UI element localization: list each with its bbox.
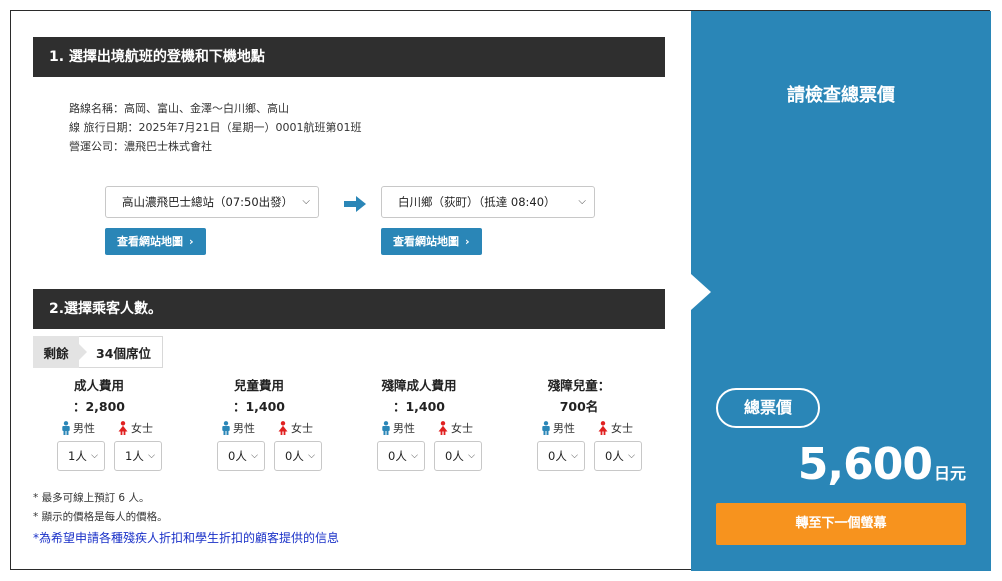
summary-title: 請檢查總票價 [787, 85, 895, 106]
remaining-seats-value: 34個席位 [79, 336, 163, 368]
female-count-select[interactable]: 1人 ⌵ [114, 441, 162, 471]
fare-title: 殘障兒童： 700名 [509, 375, 649, 417]
male-icon [61, 421, 71, 435]
total-fare-value: 5,600 [797, 439, 933, 490]
male-count-value: 0人 [388, 449, 407, 463]
male-icon [221, 421, 231, 435]
travel-date: 線 旅行日期：2025年7月21日（星期一）0001航班第01班 [69, 121, 362, 134]
chevron-down-icon: ⌵ [578, 196, 586, 207]
female-text: 女士 [611, 422, 633, 435]
fare-name: 成人費用 [73, 378, 124, 393]
chevron-down-icon: ⌵ [302, 196, 310, 207]
discount-info-link[interactable]: *為希望申請各種殘疾人折扣和學生折扣的顧客提供的信息 [33, 529, 339, 548]
female-count-select[interactable]: 0人 ⌵ [594, 441, 642, 471]
arrival-select-value: 白川鄉（荻町）（抵達 08:40） [398, 195, 556, 209]
operator: 營運公司：濃飛巴士株式會社 [69, 140, 212, 153]
summary-panel: 請檢查總票價 總票價 5,600 日元 轉至下一個螢幕 [691, 11, 991, 571]
female-icon [117, 421, 129, 435]
departure-select[interactable]: 高山濃飛巴士總站（07:50出發） ⌵ [105, 186, 319, 218]
route-info: 路線名稱：高岡、富山、金澤〜白川鄉、高山 線 旅行日期：2025年7月21日（星… [69, 99, 361, 156]
fare-title: 兒童費用 ：1,400 [189, 375, 329, 417]
departure-map-button[interactable]: 查看網站地圖 › [105, 228, 206, 255]
fare-title: 殘障成人費用 ：1,400 [349, 375, 489, 417]
remaining-seats-label: 剩餘 [33, 336, 87, 368]
chevron-down-icon: ⌵ [251, 451, 258, 461]
female-label: 女士 [277, 420, 313, 436]
arrival-map-button[interactable]: 查看網站地圖 › [381, 228, 482, 255]
female-count-value: 0人 [605, 449, 624, 463]
main-panel: 1. 選擇出境航班的登機和下機地點 路線名稱：高岡、富山、金澤〜白川鄉、高山 線… [11, 11, 691, 571]
remaining-seats: 剩餘 34個席位 [33, 336, 163, 368]
fare-price: ：1,400 [232, 399, 286, 414]
male-label: 男性 [381, 420, 415, 436]
female-text: 女士 [451, 422, 473, 435]
male-label: 男性 [541, 420, 575, 436]
section-1-header: 1. 選擇出境航班的登機和下機地點 [33, 37, 665, 77]
fare-price: ：2,800 [72, 399, 126, 414]
map-button-label: 查看網站地圖 [393, 235, 459, 248]
booking-frame: 1. 選擇出境航班的登機和下機地點 路線名稱：高岡、富山、金澤〜白川鄉、高山 線… [10, 10, 991, 571]
currency-unit: 日元 [933, 464, 966, 483]
female-text: 女士 [291, 422, 313, 435]
male-count-select[interactable]: 0人 ⌵ [377, 441, 425, 471]
male-label: 男性 [221, 420, 255, 436]
chevron-down-icon: ⌵ [411, 451, 418, 461]
male-count-value: 0人 [548, 449, 567, 463]
arrival-select[interactable]: 白川鄉（荻町）（抵達 08:40） ⌵ [381, 186, 595, 218]
fare-name: 兒童費用 [233, 378, 284, 393]
female-icon [277, 421, 289, 435]
female-label: 女士 [437, 420, 473, 436]
map-button-label: 查看網站地圖 [117, 235, 183, 248]
fare-price: 700名 [559, 399, 599, 414]
female-count-value: 0人 [445, 449, 464, 463]
booking-notes: * 最多可線上預訂 6 人。 * 顯示的價格是每人的價格。 *為希望申請各種殘疾… [33, 489, 339, 548]
chevron-down-icon: ⌵ [468, 451, 475, 461]
male-text: 男性 [553, 422, 575, 435]
female-text: 女士 [131, 422, 153, 435]
male-count-select[interactable]: 0人 ⌵ [217, 441, 265, 471]
male-count-value: 1人 [68, 449, 87, 463]
section-2-header: 2.選擇乘客人數。 [33, 289, 665, 329]
male-label: 男性 [61, 420, 95, 436]
chevron-down-icon: ⌵ [628, 451, 635, 461]
arrow-right-icon [344, 196, 366, 212]
male-text: 男性 [393, 422, 415, 435]
departure-select-value: 高山濃飛巴士總站（07:50出發） [122, 195, 294, 209]
female-icon [597, 421, 609, 435]
panel-notch [691, 274, 711, 310]
male-text: 男性 [233, 422, 255, 435]
chevron-right-icon: › [465, 235, 470, 248]
route-name: 路線名稱：高岡、富山、金澤〜白川鄉、高山 [69, 102, 289, 115]
female-count-value: 1人 [125, 449, 144, 463]
chevron-down-icon: ⌵ [308, 451, 315, 461]
fare-name: 殘障兒童： [547, 378, 611, 393]
female-label: 女士 [597, 420, 633, 436]
total-fare-amount: 5,600 日元 [798, 439, 966, 490]
female-count-value: 0人 [285, 449, 304, 463]
fare-name: 殘障成人費用 [381, 378, 457, 393]
chevron-down-icon: ⌵ [148, 451, 155, 461]
male-icon [381, 421, 391, 435]
note-max-booking: * 最多可線上預訂 6 人。 [33, 492, 150, 504]
female-label: 女士 [117, 420, 153, 436]
note-price-per-person: * 顯示的價格是每人的價格。 [33, 511, 168, 523]
chevron-down-icon: ⌵ [571, 451, 578, 461]
female-count-select[interactable]: 0人 ⌵ [274, 441, 322, 471]
male-text: 男性 [73, 422, 95, 435]
female-count-select[interactable]: 0人 ⌵ [434, 441, 482, 471]
chevron-right-icon: › [189, 235, 194, 248]
female-icon [437, 421, 449, 435]
next-screen-button[interactable]: 轉至下一個螢幕 [716, 503, 966, 545]
chevron-down-icon: ⌵ [91, 451, 98, 461]
fare-price: ：1,400 [392, 399, 446, 414]
male-icon [541, 421, 551, 435]
male-count-value: 0人 [228, 449, 247, 463]
total-fare-label: 總票價 [716, 388, 820, 428]
fare-title: 成人費用 ：2,800 [29, 375, 169, 417]
male-count-select[interactable]: 1人 ⌵ [57, 441, 105, 471]
male-count-select[interactable]: 0人 ⌵ [537, 441, 585, 471]
